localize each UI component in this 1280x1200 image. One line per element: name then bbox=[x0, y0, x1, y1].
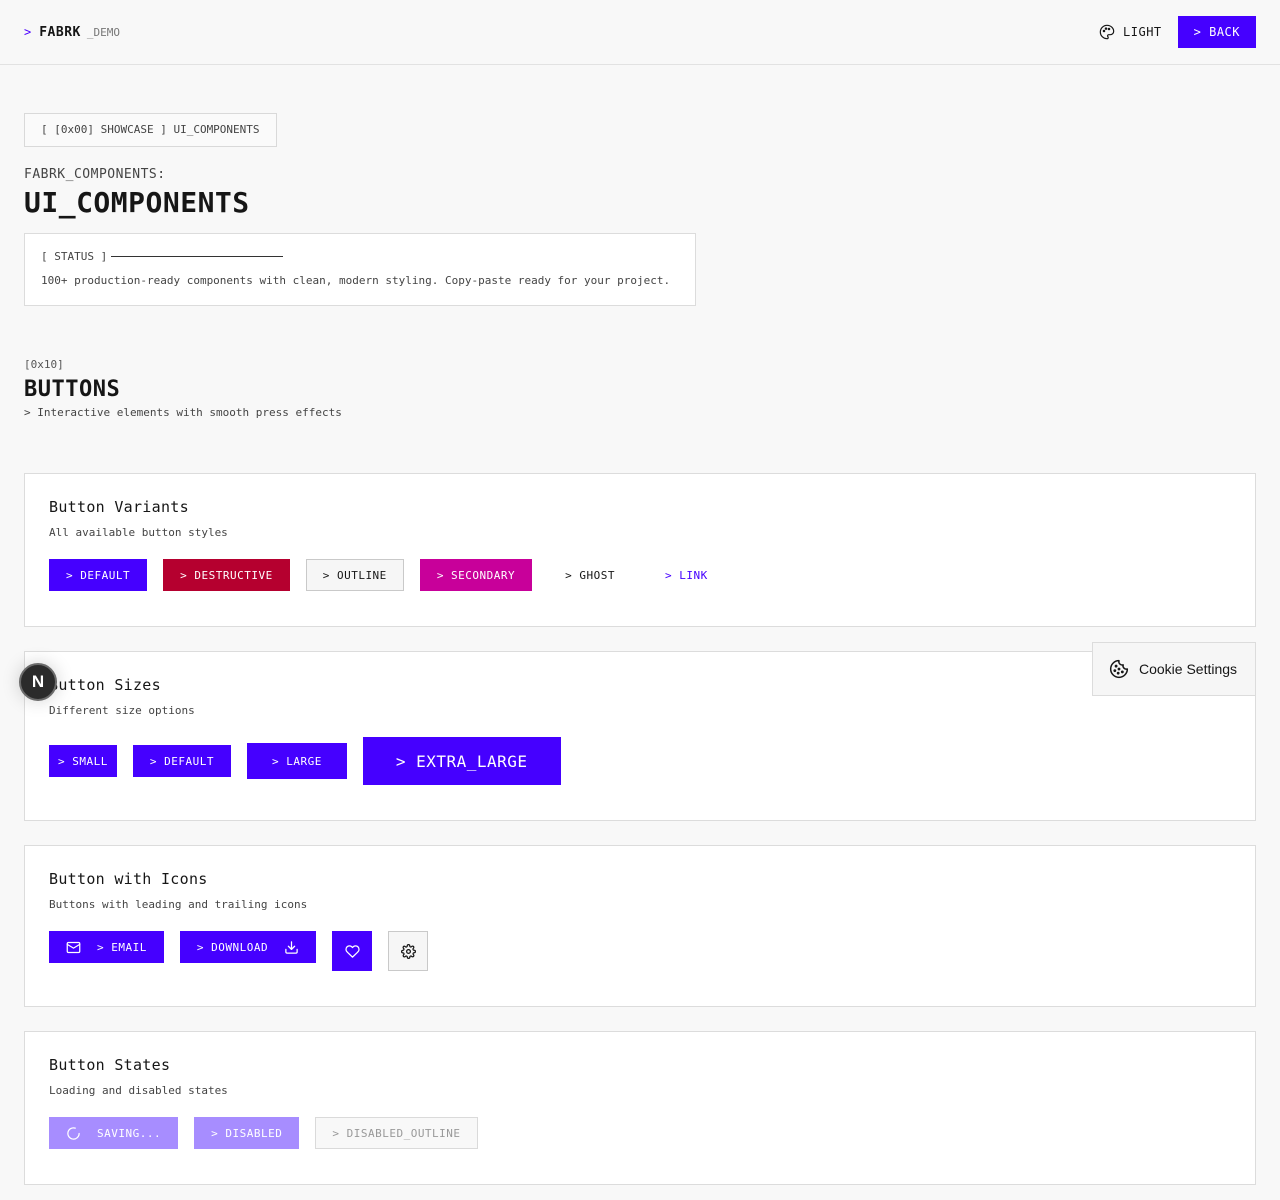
card-title: Button Sizes bbox=[49, 676, 161, 694]
status-header: [ STATUS ] bbox=[41, 250, 679, 263]
favorite-button[interactable] bbox=[332, 931, 373, 971]
button-row: > DEFAULT > DESTRUCTIVE > OUTLINE > SECO… bbox=[49, 559, 1231, 591]
button-icons-card: Button with Icons Buttons with leading a… bbox=[24, 845, 1256, 1007]
destructive-button[interactable]: > DESTRUCTIVE bbox=[163, 559, 290, 591]
card-title: Button Variants bbox=[49, 498, 189, 516]
card-title: Button States bbox=[49, 1056, 171, 1074]
small-button[interactable]: > SMALL bbox=[49, 745, 117, 777]
status-divider bbox=[111, 256, 284, 257]
download-button[interactable]: > DOWNLOAD bbox=[179, 931, 317, 963]
email-label: > EMAIL bbox=[97, 940, 147, 954]
section-code: [0x10] bbox=[24, 358, 64, 371]
logo-suffix: _DEMO bbox=[86, 25, 120, 39]
button-row: > SMALL > DEFAULT > LARGE > EXTRA_LARGE bbox=[49, 737, 1231, 785]
page-kicker: FABRK_COMPONENTS: bbox=[24, 167, 166, 182]
button-row: SAVING... > DISABLED > DISABLED_OUTLINE bbox=[49, 1117, 1231, 1149]
card-description: All available button styles bbox=[49, 526, 228, 539]
saving-button[interactable]: SAVING... bbox=[49, 1117, 179, 1149]
status-label: [ STATUS ] bbox=[41, 250, 108, 263]
showcase-badge: [ [0x00] SHOWCASE ] UI_COMPONENTS bbox=[24, 113, 277, 147]
section-title: BUTTONS bbox=[24, 377, 121, 402]
header-actions: LIGHT > BACK bbox=[1099, 16, 1256, 48]
email-button[interactable]: > EMAIL bbox=[49, 931, 164, 963]
button-sizes-card: Button Sizes Different size options > SM… bbox=[24, 651, 1256, 821]
button-states-card: Button States Loading and disabled state… bbox=[24, 1031, 1256, 1185]
section-description: > Interactive elements with smooth press… bbox=[24, 406, 342, 419]
extra-large-button[interactable]: > EXTRA_LARGE bbox=[362, 737, 561, 785]
card-description: Different size options bbox=[49, 704, 195, 717]
disabled-outline-button[interactable]: > DISABLED_OUTLINE bbox=[315, 1117, 478, 1149]
mail-icon bbox=[66, 941, 81, 953]
back-button[interactable]: > BACK bbox=[1177, 16, 1256, 48]
cookie-settings-label: Cookie Settings bbox=[1139, 661, 1238, 677]
card-title: Button with Icons bbox=[49, 870, 208, 888]
outline-button[interactable]: > OUTLINE bbox=[305, 559, 404, 591]
default-button[interactable]: > DEFAULT bbox=[49, 559, 148, 591]
logo-caret: > bbox=[24, 24, 32, 39]
status-text: 100+ production-ready components with cl… bbox=[41, 274, 671, 287]
spinner-icon bbox=[67, 1126, 80, 1140]
secondary-button[interactable]: > SECONDARY bbox=[419, 559, 533, 591]
logo-brand: FABRK bbox=[39, 24, 81, 40]
page-title: UI_COMPONENTS bbox=[24, 186, 250, 219]
disabled-button[interactable]: > DISABLED bbox=[194, 1117, 300, 1149]
ghost-button[interactable]: > GHOST bbox=[548, 559, 632, 591]
card-description: Loading and disabled states bbox=[49, 1084, 228, 1097]
gear-icon bbox=[400, 943, 416, 959]
button-row: > EMAIL > DOWNLOAD bbox=[49, 931, 1231, 971]
cookie-icon bbox=[1109, 659, 1129, 679]
theme-label: LIGHT bbox=[1123, 25, 1162, 39]
settings-button[interactable] bbox=[388, 931, 429, 971]
saving-label: SAVING... bbox=[97, 1126, 162, 1140]
cookie-settings-button[interactable]: Cookie Settings bbox=[1092, 642, 1256, 696]
default-size-button[interactable]: > DEFAULT bbox=[132, 745, 231, 777]
status-panel: [ STATUS ] 100+ production-ready compone… bbox=[24, 233, 696, 306]
button-variants-card: Button Variants All available button sty… bbox=[24, 473, 1256, 627]
palette-icon bbox=[1099, 24, 1115, 40]
link-button[interactable]: > LINK bbox=[648, 559, 725, 591]
page-content: [ [0x00] SHOWCASE ] UI_COMPONENTS FABRK_… bbox=[24, 113, 1256, 419]
large-button[interactable]: > LARGE bbox=[246, 743, 347, 779]
logo[interactable]: > FABRK _DEMO bbox=[24, 25, 120, 40]
dev-tools-badge[interactable]: N bbox=[19, 663, 57, 701]
heart-icon bbox=[344, 944, 360, 958]
download-label: > DOWNLOAD bbox=[196, 940, 269, 954]
card-description: Buttons with leading and trailing icons bbox=[49, 898, 308, 911]
top-bar: > FABRK _DEMO LIGHT > BACK bbox=[0, 0, 1280, 65]
download-icon bbox=[285, 940, 298, 954]
theme-toggle-button[interactable]: LIGHT bbox=[1099, 24, 1162, 40]
